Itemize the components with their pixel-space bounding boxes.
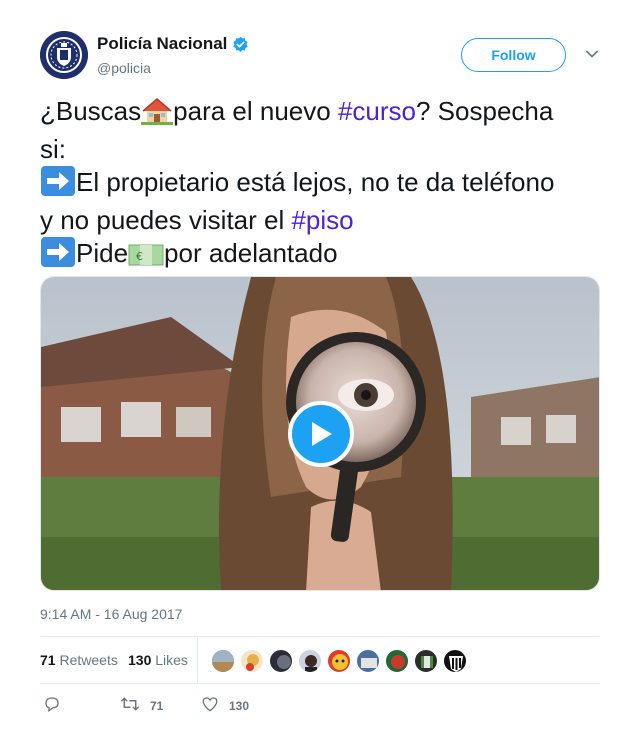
reply-icon: [43, 695, 71, 716]
hashtag-link[interactable]: #piso: [291, 205, 353, 235]
verified-badge-icon: [232, 36, 249, 53]
retweets-count: 71: [40, 652, 56, 668]
tweet-text-segment: ? Sospecha: [416, 96, 554, 126]
hashtag-link[interactable]: #curso: [338, 96, 416, 126]
retweet-icon: [120, 695, 150, 716]
tweet-text: ¿Buscas para el nuevo #curso? Sospecha si…: [40, 95, 605, 275]
video-media[interactable]: [40, 276, 600, 591]
tweet-header: Policía Nacional @policia Follow: [40, 31, 600, 81]
account-info: Policía Nacional @policia: [97, 34, 249, 76]
banknote-icon: €: [128, 242, 164, 275]
house-icon: [141, 97, 174, 133]
avatar[interactable]: [40, 31, 88, 79]
avatar[interactable]: [298, 649, 322, 673]
retweets-label: Retweets: [59, 652, 118, 668]
tweet-line: Pide € por adelantado: [40, 237, 605, 275]
avatar[interactable]: [327, 649, 351, 673]
retweet-button[interactable]: 71: [120, 695, 163, 716]
tweet-text-segment: ¿Buscas: [40, 96, 142, 126]
tweet-text-segment: por adelantado: [164, 238, 338, 268]
tweet-line: El propietario está lejos, no te da telé…: [40, 166, 605, 204]
avatar[interactable]: [356, 649, 380, 673]
retweet-count: 71: [150, 698, 164, 713]
tweet-text-segment: y no puedes visitar el: [40, 205, 292, 235]
display-name[interactable]: Policía Nacional: [97, 34, 227, 54]
avatar[interactable]: [414, 649, 438, 673]
like-button[interactable]: 130: [201, 695, 249, 716]
avatar[interactable]: [443, 649, 467, 673]
tweet-timestamp[interactable]: 9:14 AM - 16 Aug 2017: [40, 606, 182, 622]
tweet-text-segment: El propietario está lejos, no te da telé…: [76, 167, 555, 197]
engagement-stats: 71 Retweets 130 Likes: [40, 636, 600, 684]
right-arrow-icon: [40, 237, 76, 275]
likes-count: 130: [128, 652, 152, 668]
avatar[interactable]: [211, 649, 235, 673]
account-handle[interactable]: @policia: [97, 60, 249, 76]
like-count: 130: [229, 698, 250, 713]
chevron-down-icon[interactable]: [585, 47, 599, 61]
play-button[interactable]: [288, 401, 354, 467]
tweet-line: si:: [40, 134, 66, 164]
tweet-line: ¿Buscas para el nuevo #curso? Sospecha: [40, 95, 605, 133]
retweets-stat[interactable]: 71 Retweets: [40, 652, 118, 668]
svg-text:€: €: [136, 250, 143, 263]
avatar[interactable]: [269, 649, 293, 673]
likes-stat[interactable]: 130 Likes: [128, 652, 188, 668]
reply-button[interactable]: [43, 695, 71, 716]
tweet-line: y no puedes visitar el #piso: [40, 204, 605, 237]
heart-icon: [201, 695, 229, 716]
right-arrow-icon: [40, 166, 76, 204]
tweet-text-segment: para el nuevo: [173, 96, 338, 126]
tweet-text-segment: Pide: [76, 238, 129, 268]
avatar[interactable]: [240, 649, 264, 673]
tweet-actions: 71 130: [40, 695, 600, 719]
follow-button[interactable]: Follow: [461, 38, 566, 72]
avatar[interactable]: [385, 649, 409, 673]
likes-label: Likes: [155, 652, 188, 668]
play-icon: [308, 420, 334, 448]
stats-divider: [197, 637, 198, 683]
